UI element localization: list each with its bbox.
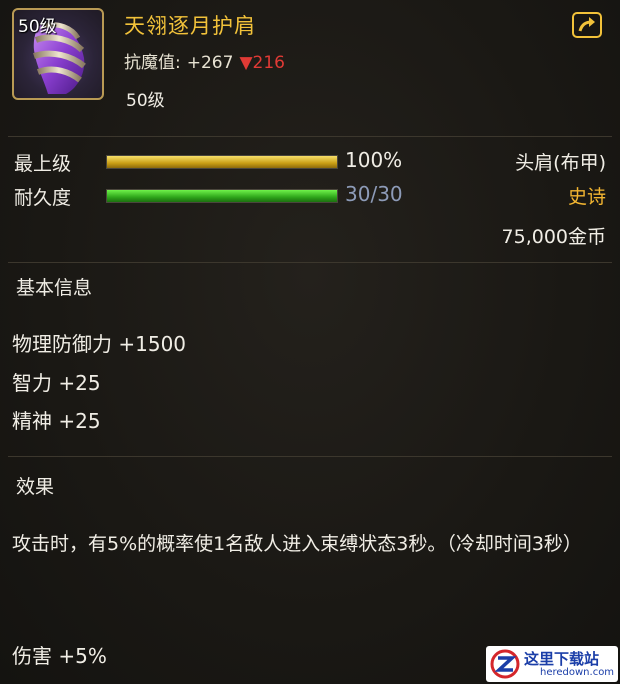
divider — [8, 262, 612, 263]
heredown-logo-icon — [490, 649, 520, 679]
item-price: 75,000金币 — [501, 226, 606, 248]
magic-resist-value: +267 — [186, 53, 234, 73]
item-tooltip-panel: 50级 天翎逐月护肩 抗魔值: +267 ▼216 50级 最上级 100% 耐久度… — [0, 0, 620, 684]
effect-title: 效果 — [16, 476, 55, 498]
watermark-en: heredown.com — [540, 667, 615, 678]
item-icon[interactable]: 50级 — [12, 8, 104, 100]
item-name: 天翎逐月护肩 — [124, 14, 256, 38]
rarity-label: 史诗 — [567, 186, 606, 208]
attr-physical-defense: 物理防御力 +1500 — [12, 332, 187, 356]
attr-spirit: 精神 +25 — [12, 409, 101, 433]
magic-resist-row: 抗魔值: +267 ▼216 — [124, 48, 285, 73]
damage-bonus: 伤害 +5% — [12, 644, 107, 668]
quality-bar — [106, 155, 338, 169]
divider — [8, 136, 612, 137]
item-level-badge: 50级 — [18, 17, 57, 37]
durability-bar — [106, 189, 338, 203]
bar-label-quality: 最上级 — [14, 153, 72, 175]
basic-info-title: 基本信息 — [16, 277, 93, 299]
durability-value: 30/30 — [345, 182, 403, 206]
bar-label-durability: 耐久度 — [14, 187, 72, 209]
watermark-cn: 这里下载站 — [524, 650, 600, 668]
divider — [8, 456, 612, 457]
share-arrow-icon — [578, 17, 595, 32]
quality-bar-fill — [107, 156, 337, 168]
effect-description: 攻击时，有5%的概率使1名敌人进入束缚状态3秒。（冷却时间3秒） — [12, 533, 582, 555]
magic-resist-compare: ▼216 — [239, 53, 285, 73]
quality-value: 100% — [345, 148, 403, 172]
durability-bar-fill — [107, 190, 337, 202]
share-button[interactable] — [572, 12, 602, 38]
attr-intelligence: 智力 +25 — [12, 371, 101, 395]
watermark: 这里下载站 heredown.com — [486, 646, 618, 682]
magic-resist-label: 抗魔值: — [124, 53, 181, 73]
required-level: 50级 — [126, 91, 165, 111]
equipment-slot: 头肩(布甲) — [515, 152, 606, 174]
